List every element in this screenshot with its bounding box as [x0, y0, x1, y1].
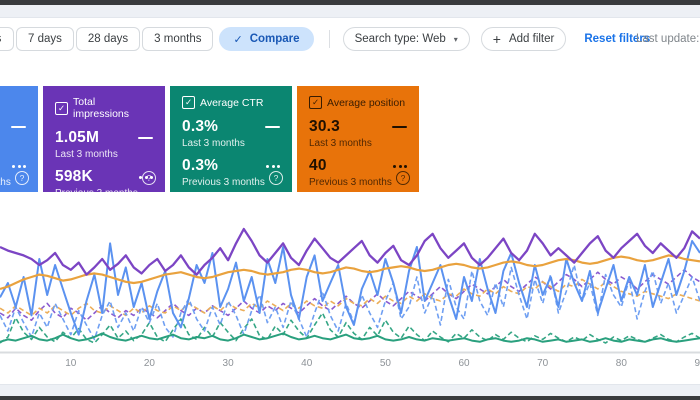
x-tick-10: 10	[65, 358, 77, 369]
metric-cards-row: ✓ Total clicks K Last 3 months K Previou…	[0, 86, 419, 199]
value-row-last: 0.3%	[182, 118, 280, 136]
x-tick-70: 70	[537, 358, 549, 369]
solid-line-icon	[265, 125, 280, 129]
date-chip-label: 7 days	[28, 33, 62, 45]
sublabel-previous: Previous 3 months	[55, 188, 138, 199]
dotted-line-icon	[393, 164, 407, 168]
card-total-impressions[interactable]: ✓ Total impressions 1.05M Last 3 months …	[43, 86, 165, 199]
card-total-clicks[interactable]: ✓ Total clicks K Last 3 months K Previou…	[0, 86, 38, 192]
date-chip-7-days[interactable]: 7 days	[16, 27, 74, 51]
plus-icon: +	[492, 31, 501, 47]
search-console-performance-page: 24 hours 7 days 28 days 3 months ✓ Compa…	[0, 0, 700, 400]
help-icon[interactable]: ?	[396, 171, 410, 185]
filter-toolbar: 24 hours 7 days 28 days 3 months ✓ Compa…	[0, 26, 700, 52]
metric-value-last: 30.3	[309, 118, 340, 135]
card-label: Average position	[327, 96, 406, 109]
search-type-label: Search type: Web	[354, 33, 446, 45]
checkbox-checked-icon[interactable]: ✓	[309, 96, 322, 109]
date-chip-label: 24 hours	[0, 33, 1, 45]
last-update-text: Last update:	[636, 33, 700, 45]
date-chip-28-days[interactable]: 28 days	[75, 27, 141, 51]
card-average-ctr[interactable]: ✓ Average CTR 0.3% Last 3 months 0.3% Pr…	[170, 86, 292, 192]
x-tick-50: 50	[379, 358, 391, 369]
value-row-previous: 40	[309, 157, 407, 175]
card-label: Total impressions	[73, 96, 130, 120]
date-chip-label: 28 days	[87, 33, 129, 45]
dotted-line-icon	[12, 164, 26, 168]
performance-chart[interactable]	[0, 214, 700, 355]
metric-value-previous: 40	[309, 157, 327, 174]
x-tick-90: 90	[694, 358, 700, 369]
add-filter-button[interactable]: + Add filter	[480, 27, 567, 51]
help-icon[interactable]: ?	[269, 171, 283, 185]
value-row-last: K	[0, 118, 26, 136]
page-top-strip	[0, 5, 700, 18]
sublabel-last: Last 3 months	[182, 138, 245, 149]
sublabel-last: Last 3 months	[0, 138, 26, 149]
metric-value-previous: 598K	[55, 168, 93, 185]
help-icon[interactable]: ?	[142, 171, 156, 185]
card-label-row: ✓ Average position	[309, 96, 407, 109]
checkbox-checked-icon[interactable]: ✓	[55, 101, 68, 115]
add-filter-label: Add filter	[508, 33, 555, 45]
caret-down-icon: ▾	[453, 34, 458, 44]
line-ctr-last	[0, 332, 700, 343]
solid-line-icon	[392, 125, 407, 129]
card-label-row: ✓ Total clicks	[0, 96, 26, 109]
compare-chip[interactable]: ✓ Compare	[219, 27, 314, 51]
x-tick-60: 60	[458, 358, 470, 369]
checkbox-checked-icon[interactable]: ✓	[182, 96, 195, 109]
solid-line-icon	[11, 125, 26, 129]
toolbar-divider	[328, 30, 330, 48]
date-chip-label: 3 months	[154, 33, 202, 45]
card-label-row: ✓ Total impressions	[55, 96, 153, 120]
value-row-previous: 0.3%	[182, 157, 280, 175]
sublabel-previous: Previous 3 months	[182, 177, 265, 188]
checkmark-icon: ✓	[233, 33, 243, 46]
solid-line-icon	[138, 136, 153, 140]
x-axis-tick-labels: 10 20 30 40 50 60 70 80 90	[0, 358, 700, 372]
date-chip-24-hours[interactable]: 24 hours	[0, 27, 14, 51]
value-row-previous: 598K	[55, 168, 153, 186]
metric-value-last: 0.3%	[182, 118, 219, 135]
value-row-last: 1.05M	[55, 129, 153, 147]
value-row-last: 30.3	[309, 118, 407, 136]
compare-chip-label: Compare	[249, 33, 300, 45]
x-axis-line	[0, 351, 700, 354]
dotted-line-icon	[266, 164, 280, 168]
date-chip-3-months[interactable]: 3 months	[142, 27, 214, 51]
sublabel-previous: Previous 3 months	[309, 177, 392, 188]
card-average-position[interactable]: ✓ Average position 30.3 Last 3 months 40…	[297, 86, 419, 192]
sublabel-last: Last 3 months	[309, 138, 372, 149]
x-tick-30: 30	[222, 358, 234, 369]
search-type-dropdown[interactable]: Search type: Web ▾	[342, 27, 470, 51]
x-tick-40: 40	[301, 358, 313, 369]
sublabel-last: Last 3 months	[55, 149, 118, 160]
x-tick-20: 20	[143, 358, 155, 369]
card-label-row: ✓ Average CTR	[182, 96, 280, 109]
metric-value-previous: 0.3%	[182, 157, 219, 174]
help-icon[interactable]: ?	[15, 171, 29, 185]
metric-value-last: 1.05M	[55, 129, 100, 146]
card-total-clicks-clipped: ✓ Total clicks K Last 3 months K Previou…	[0, 86, 38, 192]
window-bottom-bar	[0, 396, 700, 400]
card-label: Average CTR	[200, 96, 264, 109]
performance-chart-svg[interactable]	[0, 214, 700, 355]
x-tick-80: 80	[615, 358, 627, 369]
